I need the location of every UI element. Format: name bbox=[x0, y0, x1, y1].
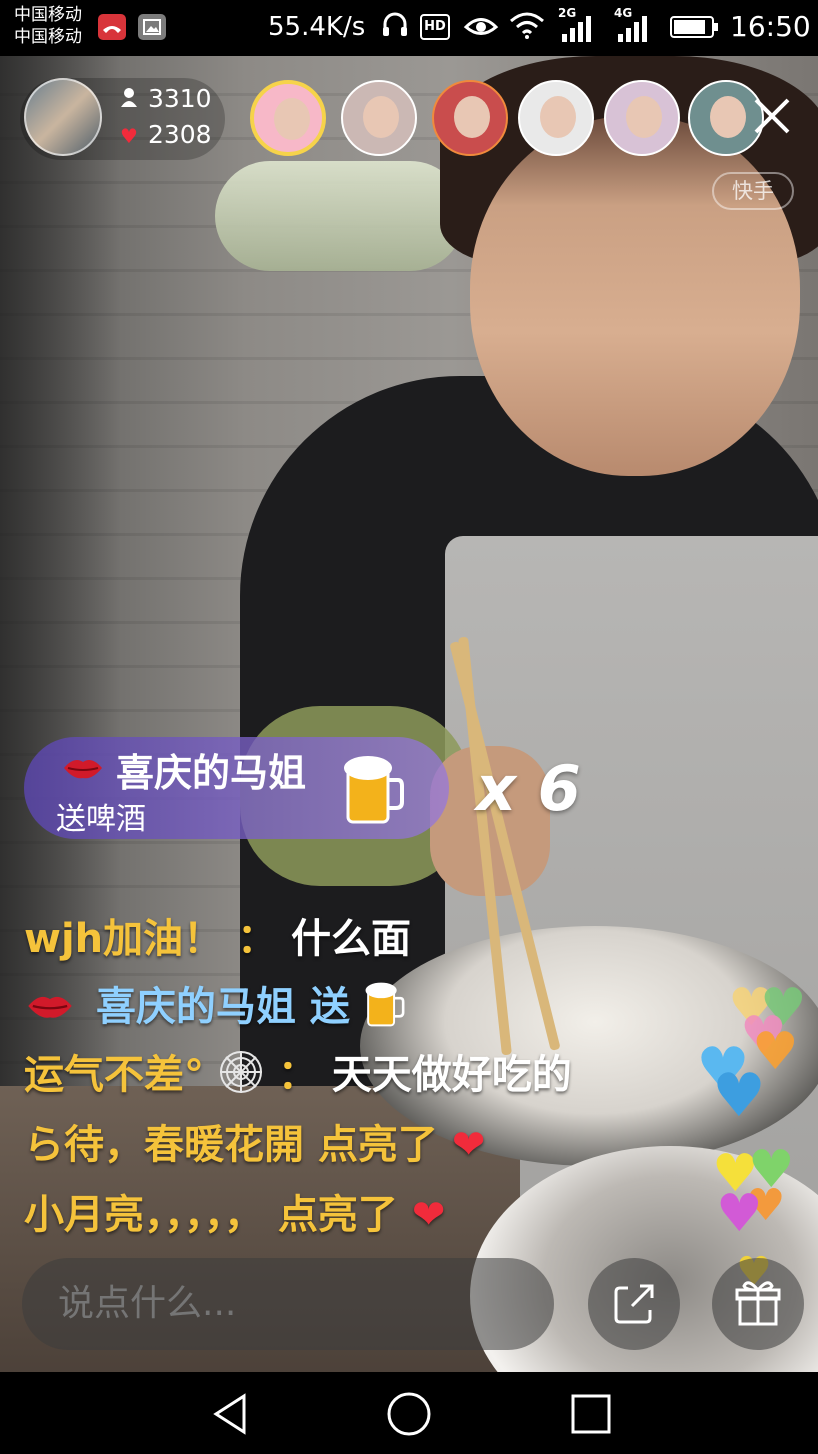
viewer-avatar-3[interactable] bbox=[432, 80, 508, 156]
comment-username[interactable]: wjh加油！ bbox=[24, 916, 223, 962]
kuaishou-watermark: 快手 bbox=[712, 172, 794, 210]
comment-text: 什么面 bbox=[291, 916, 412, 962]
close-icon[interactable] bbox=[748, 92, 796, 140]
clock: 16:50 bbox=[730, 10, 811, 43]
gift-button[interactable] bbox=[712, 1258, 804, 1350]
comment-1[interactable]: wjh加油！ ： 什么面 bbox=[24, 906, 411, 964]
comment-text: 送 bbox=[309, 984, 350, 1030]
avatar-face bbox=[626, 96, 662, 138]
avatar-face bbox=[710, 96, 746, 138]
hd-icon: HD bbox=[420, 14, 450, 40]
gift-sender-name: 喜庆的马姐 bbox=[116, 751, 307, 795]
lips-icon bbox=[62, 752, 104, 790]
viewer-avatar-4[interactable] bbox=[518, 80, 594, 156]
share-button[interactable] bbox=[588, 1258, 680, 1350]
comment-input[interactable] bbox=[22, 1258, 554, 1350]
viewer-avatar-5[interactable] bbox=[604, 80, 680, 156]
comment-5[interactable]: 小月亮，，，，， 点亮了 ❤ bbox=[24, 1182, 445, 1240]
gallery-icon bbox=[138, 14, 166, 40]
comment-3[interactable]: 运气不差° ： 天天做好吃的 bbox=[24, 1042, 572, 1105]
like-count-value: 2308 bbox=[147, 120, 212, 149]
carrier-1: 中国移动 bbox=[14, 5, 82, 25]
person-icon bbox=[118, 87, 140, 112]
floating-heart-icon: ♥ bbox=[712, 1061, 766, 1131]
wifi-icon bbox=[508, 10, 546, 47]
comment-username[interactable]: 运气不差° bbox=[24, 1052, 204, 1098]
gift-icon bbox=[735, 1281, 781, 1326]
battery-fill bbox=[674, 20, 705, 34]
comment-username[interactable]: 喜庆的马姐 bbox=[96, 984, 296, 1030]
floating-heart-icon: ♥ bbox=[716, 1184, 763, 1244]
heart-icon: ♥ bbox=[120, 124, 138, 148]
beer-icon bbox=[364, 980, 406, 1038]
comment-text: 天天做好吃的 bbox=[331, 1052, 572, 1098]
streamer-face bbox=[470, 116, 800, 476]
headphones-icon bbox=[380, 10, 410, 47]
signal-2-icon bbox=[618, 14, 648, 42]
avatar-face bbox=[540, 96, 576, 138]
gift-combo-count: x 6 bbox=[476, 752, 581, 825]
hd-label: HD bbox=[424, 19, 446, 34]
back-icon[interactable] bbox=[206, 1390, 254, 1438]
missed-call-icon bbox=[98, 14, 126, 40]
share-icon bbox=[614, 1284, 654, 1324]
recents-icon[interactable] bbox=[567, 1390, 615, 1438]
system-nav-bar bbox=[0, 1372, 818, 1454]
viewer-avatar-2[interactable] bbox=[341, 80, 417, 156]
lips-icon bbox=[24, 986, 76, 1032]
comment-4[interactable]: ら待，春暖花開 点亮了 ❤ bbox=[24, 1112, 485, 1170]
gourd-decor bbox=[215, 161, 465, 271]
carrier-info: 中国移动 中国移动 bbox=[14, 4, 82, 48]
anchor-avatar[interactable] bbox=[24, 78, 102, 156]
comment-username[interactable]: 小月亮，，，，， bbox=[24, 1192, 264, 1238]
spider-web-icon bbox=[218, 1049, 264, 1105]
comment-text: 点亮了 bbox=[317, 1122, 438, 1168]
heart-icon: ❤ bbox=[411, 1192, 446, 1238]
comment-separator: ： bbox=[277, 1052, 318, 1098]
comment-text: 点亮了 bbox=[277, 1192, 398, 1238]
comment-username[interactable]: ら待，春暖花開 bbox=[24, 1122, 304, 1168]
comment-2[interactable]: 喜庆的马姐 送 bbox=[24, 974, 406, 1038]
eye-icon bbox=[463, 10, 499, 47]
avatar-face bbox=[274, 98, 310, 140]
avatar-face bbox=[363, 96, 399, 138]
battery-icon bbox=[670, 16, 718, 38]
viewer-avatar-1[interactable] bbox=[250, 80, 326, 156]
network-speed: 55.4K/s bbox=[268, 12, 366, 42]
home-icon[interactable] bbox=[385, 1390, 433, 1438]
like-count: ♥ 2308 bbox=[118, 120, 212, 149]
avatar-face bbox=[454, 96, 490, 138]
signal-1-icon bbox=[562, 14, 592, 42]
beer-icon bbox=[342, 752, 406, 826]
heart-icon: ❤ bbox=[451, 1122, 486, 1168]
carrier-2: 中国移动 bbox=[14, 27, 82, 47]
status-bar: 中国移动 中国移动 55.4K/s HD 2G 4G 16:50 bbox=[0, 0, 818, 56]
gift-action-text: 送啤酒 bbox=[56, 802, 146, 837]
live-video[interactable] bbox=[0, 56, 818, 1372]
viewer-count: 3310 bbox=[118, 84, 212, 113]
comment-separator: ： bbox=[237, 916, 278, 962]
viewer-count-value: 3310 bbox=[147, 84, 212, 113]
